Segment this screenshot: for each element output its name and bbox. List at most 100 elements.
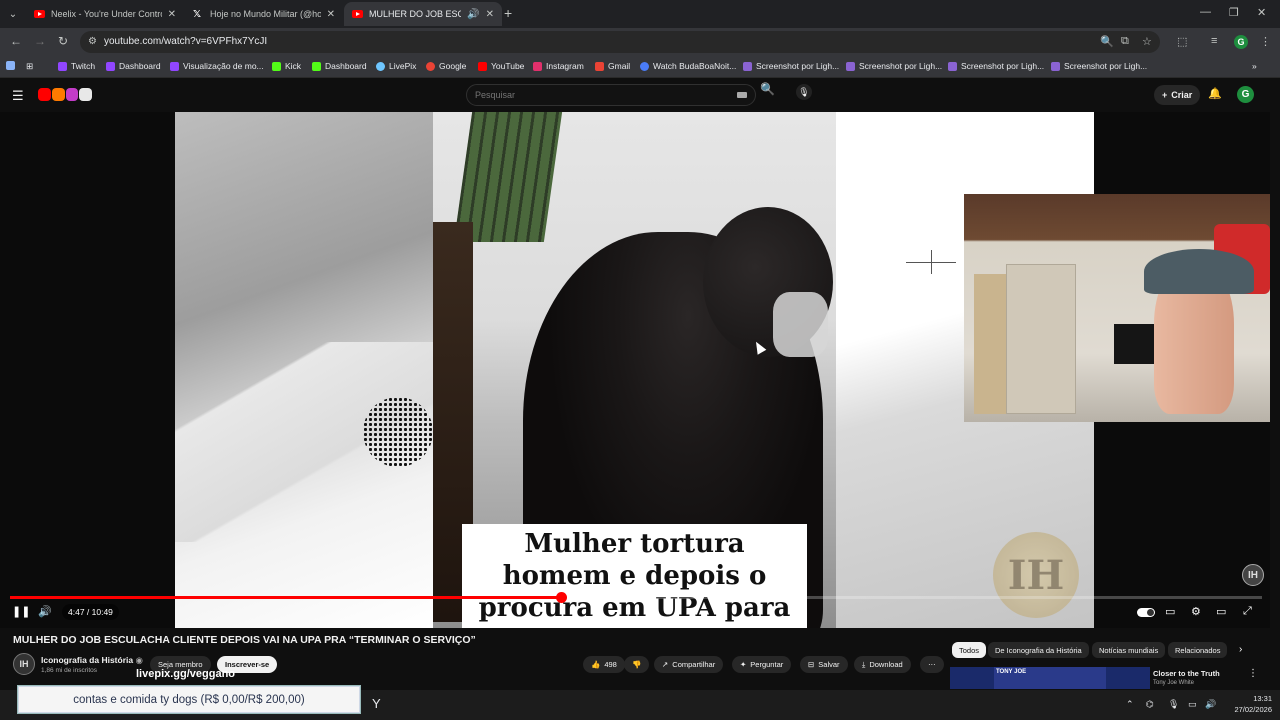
subtitles-icon[interactable]: ▭ <box>1165 605 1175 618</box>
close-icon[interactable]: ✕ <box>168 9 176 20</box>
dislike-button[interactable]: 👎 <box>624 656 650 673</box>
chip-related[interactable]: Relacionados <box>1168 642 1228 658</box>
chip-world-news[interactable]: Notícias mundiais <box>1092 642 1166 658</box>
bookmark-label: Screenshot por Ligh... <box>859 61 943 71</box>
bookmark-item[interactable]: Google <box>426 61 466 71</box>
more-bookmarks-icon[interactable]: » <box>1252 61 1257 71</box>
zoom-icon[interactable]: 🔍 <box>1100 35 1114 48</box>
display-icon[interactable]: ▭ <box>1188 699 1197 710</box>
channel-watermark: IH <box>993 532 1079 618</box>
share-icon: ↗ <box>662 660 669 669</box>
speaker-tray-icon[interactable]: 🔊 <box>1205 699 1216 710</box>
save-button[interactable]: ⊟ Salvar <box>800 656 848 673</box>
settings-gear-icon[interactable]: ⚙ <box>1191 605 1201 618</box>
search-icon[interactable]: 🔍 <box>760 82 775 96</box>
create-label: Criar <box>1171 90 1193 100</box>
fullscreen-icon[interactable]: ⤢ <box>1243 605 1252 618</box>
minimize-icon[interactable]: — <box>1200 6 1211 18</box>
close-icon[interactable]: ✕ <box>486 9 494 20</box>
browser-tab-strip: ⌄ Neelix - You're Under Control ( ✕ 𝕏 Ho… <box>0 0 1280 28</box>
face-blur <box>773 292 828 357</box>
browser-profile-avatar[interactable]: G <box>1234 35 1248 49</box>
new-tab-button[interactable]: + <box>504 6 512 20</box>
bookmark-item[interactable]: YouTube <box>478 61 524 71</box>
tab-3-active[interactable]: MULHER DO JOB ESCULAC 🔊 ✕ <box>344 2 502 26</box>
recommended-thumbnail[interactable]: TONY JOE <box>950 667 1150 689</box>
bookmarks-folder-icon[interactable] <box>6 61 15 70</box>
bookmark-item[interactable]: Screenshot por Ligh... <box>743 61 839 71</box>
microphone-icon[interactable]: 🎙 <box>796 84 812 100</box>
bookmark-item[interactable]: Screenshot por Ligh... <box>1051 61 1147 71</box>
close-window-icon[interactable]: ✕ <box>1257 6 1266 19</box>
microphone-tray-icon[interactable]: 🎙 <box>1168 699 1179 710</box>
bookmark-item[interactable]: Visualização de mo... <box>170 61 264 71</box>
bookmark-item[interactable]: Watch BudaBoaNoit... <box>640 61 736 71</box>
ask-button[interactable]: ✦ Perguntar <box>732 656 792 673</box>
address-bar[interactable]: ⚙ youtube.com/watch?v=6VPFhx7YcJI <box>80 31 1160 53</box>
extensions-icon[interactable]: ⬚ <box>1177 35 1187 48</box>
bookmark-item[interactable]: Kick <box>272 61 301 71</box>
tab-2[interactable]: 𝕏 Hoje no Mundo Militar (@hoje ✕ <box>185 2 343 26</box>
hamburger-menu-icon[interactable]: ☰ <box>12 88 24 104</box>
system-clock[interactable]: 13:31 27/02/2026 <box>1222 693 1272 715</box>
chip-all[interactable]: Todos <box>952 642 987 658</box>
recommended-title[interactable]: Closer to the Truth <box>1153 669 1220 678</box>
bookmark-label: Gmail <box>608 61 631 71</box>
bookmark-item[interactable]: Screenshot por Ligh... <box>846 61 942 71</box>
share-button[interactable]: ↗ Compartilhar <box>654 656 724 673</box>
create-button[interactable]: + Criar <box>1154 85 1201 105</box>
search-input[interactable] <box>475 90 715 100</box>
chip-channel[interactable]: De Iconografia da História <box>988 642 1089 658</box>
bookmark-star-icon[interactable]: ☆ <box>1142 35 1152 48</box>
video-title: MULHER DO JOB ESCULACHA CLIENTE DEPOIS V… <box>13 634 476 646</box>
thumbnail-text: TONY JOE <box>994 667 1106 689</box>
theater-mode-icon[interactable]: ▭ <box>1216 605 1226 618</box>
more-actions-button[interactable]: ⋯ <box>920 656 944 673</box>
account-avatar[interactable]: G <box>1237 86 1254 103</box>
tab-1[interactable]: Neelix - You're Under Control ( ✕ <box>26 2 184 26</box>
bookmark-item[interactable]: Gmail <box>595 61 630 71</box>
chevron-right-icon[interactable]: › <box>1239 644 1242 655</box>
media-icon[interactable]: ≡ <box>1211 35 1217 47</box>
bookmark-item[interactable]: Screenshot por Ligh... <box>948 61 1044 71</box>
chevron-up-icon[interactable]: ⌃ <box>1126 699 1134 710</box>
network-icon[interactable]: ⌬ <box>1146 699 1154 710</box>
kebab-menu-icon[interactable]: ⋮ <box>1248 668 1258 679</box>
site-info-icon[interactable]: ⚙ <box>88 36 97 47</box>
tab-search-icon[interactable]: ⌄ <box>4 5 22 23</box>
autoplay-toggle[interactable] <box>1137 608 1155 617</box>
volume-icon[interactable]: 🔊 <box>38 605 52 618</box>
progress-scrubber[interactable] <box>555 592 567 603</box>
bookmark-label: Kick <box>285 61 302 71</box>
url-text[interactable]: youtube.com/watch?v=6VPFhx7YcJI <box>104 36 267 47</box>
youtube-logo[interactable] <box>38 88 92 102</box>
bookmark-item[interactable]: Instagram <box>533 61 584 71</box>
app-icon[interactable]: Y <box>372 696 381 711</box>
livepix-icon <box>376 61 385 71</box>
bookmark-item[interactable]: LivePix <box>376 61 416 71</box>
bookmark-item[interactable]: Twitch <box>58 61 95 71</box>
keyboard-icon[interactable] <box>737 92 747 98</box>
bookmark-item[interactable]: Dashboard <box>312 61 367 71</box>
forward-icon[interactable]: → <box>34 34 46 48</box>
search-box[interactable] <box>466 84 756 106</box>
pause-icon[interactable]: ❚❚ <box>12 605 30 618</box>
download-button[interactable]: ⤓ Download <box>854 656 911 673</box>
reload-icon[interactable]: ↻ <box>58 34 68 48</box>
cast-icon[interactable]: ⧉ <box>1121 35 1129 48</box>
close-icon[interactable]: ✕ <box>327 9 335 20</box>
restore-icon[interactable]: ❐ <box>1229 6 1239 19</box>
progress-bar[interactable] <box>10 592 1262 603</box>
channel-branding-icon[interactable]: IH <box>1242 564 1264 586</box>
video-player[interactable]: IH Mulher tortura homem e depois o procu… <box>0 112 1270 628</box>
subscriber-count: 1,86 mi de inscritos <box>41 667 97 674</box>
bookmark-item[interactable]: Dashboard <box>106 61 161 71</box>
like-button[interactable]: 👍 498 <box>583 656 625 673</box>
back-icon[interactable]: ← <box>10 34 22 48</box>
apps-icon[interactable]: ⊞ <box>26 61 33 72</box>
bell-icon[interactable]: 🔔 <box>1208 87 1222 100</box>
channel-name[interactable]: Iconografia da História ◉ <box>41 655 143 666</box>
menu-icon[interactable]: ⋮ <box>1260 35 1271 48</box>
channel-avatar[interactable]: IH <box>13 653 35 675</box>
speaker-icon[interactable]: 🔊 <box>467 9 479 20</box>
